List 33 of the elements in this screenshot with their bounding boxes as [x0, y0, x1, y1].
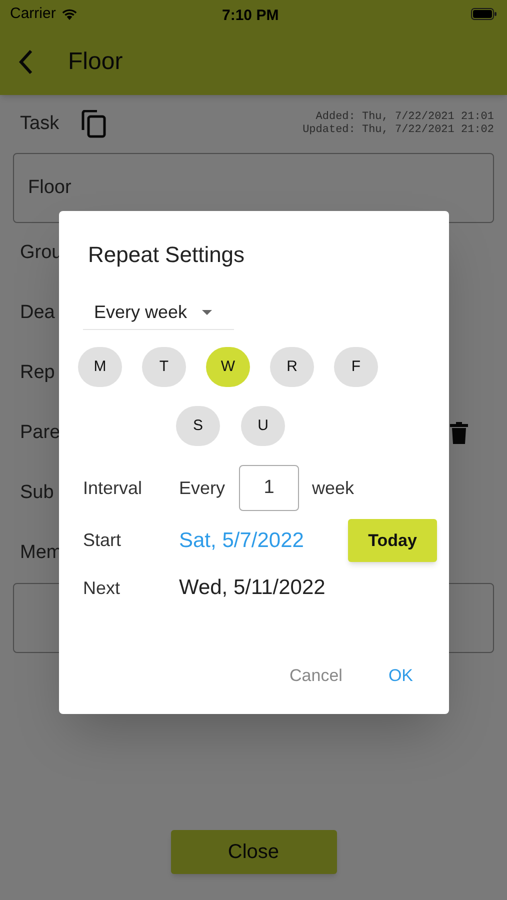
wifi-icon [60, 8, 78, 20]
field-label: Sub [20, 480, 54, 505]
task-label: Task [20, 112, 60, 136]
weekday-toggle[interactable]: F [334, 347, 378, 387]
trash-icon[interactable] [450, 422, 468, 444]
field-label: Rep [20, 360, 55, 385]
frequency-dropdown[interactable]: Every week [83, 295, 234, 330]
start-label: Start [83, 529, 122, 552]
weekday-toggle[interactable]: M [78, 347, 122, 387]
next-date-text: Wed, 5/11/2022 [179, 575, 326, 602]
dialog-title: Repeat Settings [88, 241, 246, 269]
field-label: Pare [20, 420, 60, 445]
today-button[interactable]: Today [348, 519, 437, 562]
battery-icon [471, 8, 497, 20]
cancel-button[interactable]: Cancel [280, 655, 352, 696]
weekday-toggle[interactable]: W [206, 347, 250, 387]
field-label: Dea [20, 300, 55, 325]
interval-label: Interval [83, 476, 144, 500]
page-title: Floor [68, 46, 123, 76]
weekday-toggle[interactable]: R [270, 347, 314, 387]
next-label: Next [83, 576, 122, 600]
clock-time: 7:10 PM [222, 6, 279, 26]
weekday-toggle[interactable]: U [241, 406, 285, 446]
weekday-toggle[interactable]: T [142, 347, 186, 387]
timestamp-text: Updated: Thu, 7/22/2021 21:02 [302, 124, 494, 137]
copy-icon[interactable] [81, 110, 108, 138]
carrier-label: Carrier [10, 4, 56, 24]
weekday-toggle[interactable]: S [176, 406, 220, 446]
timestamp-text: Added: Thu, 7/22/2021 21:01 [316, 111, 494, 124]
dropdown-caret-icon [202, 310, 212, 314]
interval-unit: week [312, 476, 354, 500]
interval-input[interactable]: 1 [239, 465, 300, 511]
interval-prefix: Every [179, 476, 226, 500]
